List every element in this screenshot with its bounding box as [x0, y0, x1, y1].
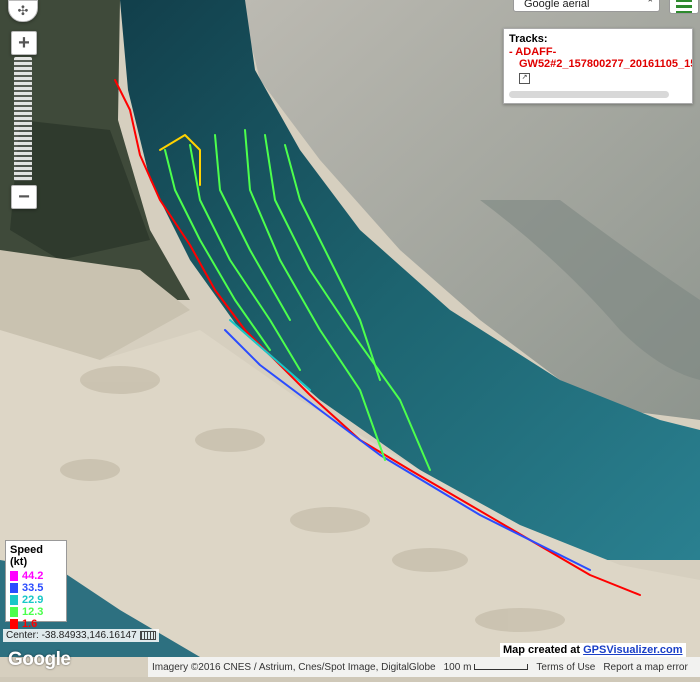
track-link[interactable]: - ADAFF- GW52#2_157800277_20161105_15: [509, 46, 693, 70]
legend-swatch: [10, 607, 18, 617]
legend-swatch: [10, 571, 18, 581]
track-name-line2: GW52#2_157800277_20161105_15: [519, 58, 693, 70]
legend-swatch: [10, 583, 18, 593]
center-coordinates: Center: -38.84933,146.16147: [3, 629, 159, 642]
attribution-bar: Imagery ©2016 CNES / Astrium, Cnes/Spot …: [148, 657, 700, 677]
hamburger-menu-icon: [676, 0, 692, 3]
menu-button[interactable]: [669, 0, 699, 14]
legend-value: 44.2: [22, 570, 44, 582]
legend-value: 22.9: [22, 594, 44, 606]
credit-prefix: Map created at: [503, 644, 581, 656]
ruler-icon[interactable]: [139, 631, 156, 640]
legend-row: 12.3: [10, 606, 62, 618]
center-coordinates-text: Center: -38.84933,146.16147: [6, 630, 137, 641]
tracks-scrollbar[interactable]: [509, 91, 669, 98]
legend-title: Speed (kt): [10, 544, 44, 568]
map-layer-value: Google aerial: [524, 0, 590, 10]
google-logo: Google: [8, 649, 71, 670]
zoom-in-button[interactable]: +: [11, 31, 37, 55]
scale-bar: [474, 663, 529, 670]
report-map-error-link[interactable]: Report a map error: [599, 662, 691, 673]
scale-label: 100 m: [443, 661, 472, 673]
gpsvisualizer-link[interactable]: GPSVisualizer.com: [583, 644, 682, 656]
chevron-updown-icon: ⌃: [646, 0, 654, 8]
track-name-line1: - ADAFF-: [509, 46, 557, 58]
legend-value: 12.3: [22, 606, 44, 618]
legend-row: 33.5: [10, 582, 62, 594]
tracks-panel: Tracks: - ADAFF- GW52#2_157800277_201611…: [503, 28, 693, 104]
scale-label-group: 100 m: [440, 662, 533, 673]
tracks-title: Tracks:: [509, 33, 548, 45]
legend-swatch: [10, 595, 18, 605]
speed-legend: Speed (kt) 44.2 33.5 22.9 12.3 1.6: [5, 540, 67, 630]
map-credit: Map created at GPSVisualizer.com: [500, 643, 686, 657]
zoom-out-button[interactable]: −: [11, 185, 37, 209]
imagery-attribution: Imagery ©2016 CNES / Astrium, Cnes/Spot …: [152, 661, 436, 673]
zoom-slider[interactable]: [14, 57, 32, 181]
external-link-icon[interactable]: ↗: [519, 73, 530, 84]
legend-swatch: [10, 619, 18, 629]
terms-link[interactable]: Terms of Use: [532, 662, 599, 673]
legend-value: 33.5: [22, 582, 44, 594]
legend-row: 44.2: [10, 570, 62, 582]
map-layer-select[interactable]: Google aerial ⌃: [513, 0, 660, 12]
legend-row: 22.9: [10, 594, 62, 606]
